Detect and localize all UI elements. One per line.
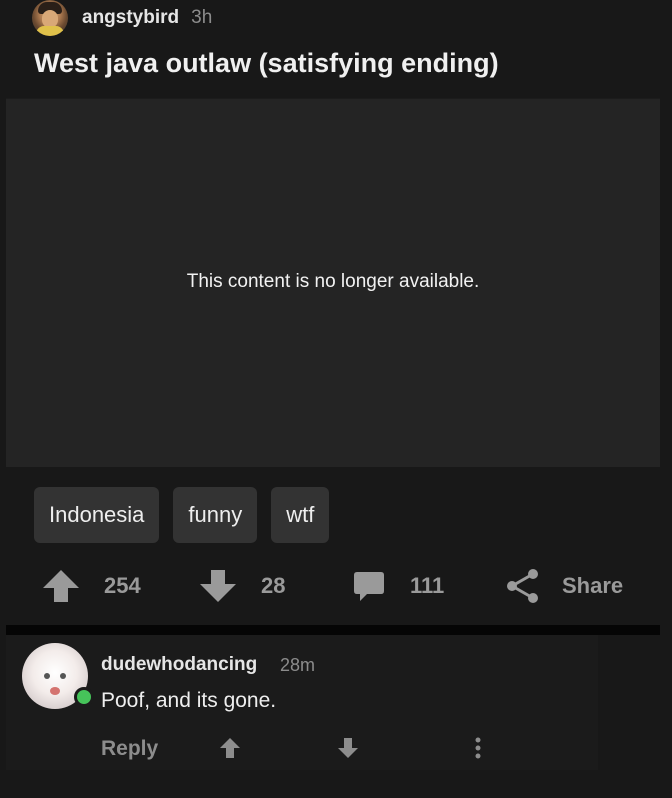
arrow-down-icon	[338, 738, 358, 758]
tag-indonesia[interactable]: Indonesia	[34, 487, 160, 543]
avatar-eye-right	[60, 673, 66, 679]
avatar-eye-left	[44, 673, 50, 679]
tag-wtf[interactable]: wtf	[271, 487, 330, 543]
media-unavailable-message: This content is no longer available.	[186, 271, 480, 292]
comment-action-bar: Reply	[101, 735, 581, 765]
downvote-count: 28	[261, 573, 286, 598]
comment-more-button[interactable]	[474, 737, 482, 764]
avatar-mouth	[50, 687, 60, 695]
post-title[interactable]: West java outlaw (satisfying ending)	[34, 48, 499, 79]
comment-count: 111	[410, 573, 445, 598]
share-button[interactable]: Share	[504, 562, 623, 610]
arrow-up-icon	[43, 570, 79, 602]
online-status-indicator	[74, 687, 94, 707]
comment: dudewhodancing 28m Poof, and its gone. R…	[6, 635, 598, 770]
tag-funny[interactable]: funny	[173, 487, 258, 543]
vertical-ellipsis-icon	[475, 737, 481, 759]
arrow-up-icon	[220, 738, 240, 758]
tag-list: Indonesia funny wtf	[34, 487, 330, 543]
share-icon	[507, 569, 538, 603]
media-placeholder[interactable]: This content is no longer available.	[6, 98, 660, 467]
post-time: 3h	[191, 7, 213, 28]
comment-time: 28m	[280, 655, 316, 675]
avatar-shirt	[36, 26, 64, 36]
post-header: angstybird 3h	[32, 0, 212, 36]
comment-body: Poof, and its gone.	[101, 689, 277, 712]
post-action-bar: 254 28 111 Share	[38, 562, 638, 610]
upvote-count: 254	[104, 573, 141, 598]
reply-button[interactable]: Reply	[101, 737, 158, 761]
share-label: Share	[562, 573, 624, 598]
upvote-button[interactable]: 254	[42, 562, 141, 610]
arrow-down-icon	[200, 570, 236, 602]
downvote-button[interactable]: 28	[199, 562, 285, 610]
section-divider	[6, 625, 660, 635]
speech-bubble-icon	[354, 572, 384, 601]
comments-button[interactable]: 111	[352, 562, 444, 610]
post-author[interactable]: angstybird	[82, 7, 179, 29]
comment-downvote-button[interactable]	[337, 737, 359, 764]
post-screen: angstybird 3h West java outlaw (satisfyi…	[0, 0, 672, 798]
author-avatar[interactable]	[32, 0, 68, 36]
comment-upvote-button[interactable]	[219, 737, 241, 764]
comment-author[interactable]: dudewhodancing	[101, 654, 257, 676]
